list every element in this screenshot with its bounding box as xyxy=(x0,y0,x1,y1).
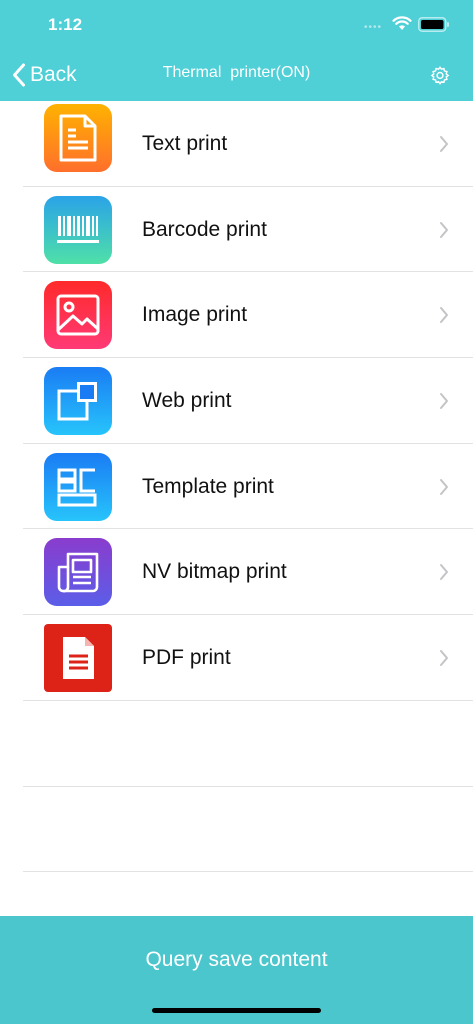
image-icon xyxy=(44,281,112,350)
template-icon xyxy=(44,452,112,521)
query-save-content-label: Query save content xyxy=(145,948,328,971)
page-title: Thermal printer(ON) xyxy=(162,64,311,81)
list-item-template-print[interactable]: Template print xyxy=(0,444,473,530)
chevron-right-icon xyxy=(440,135,448,152)
empty-row xyxy=(0,701,473,787)
empty-row xyxy=(0,787,473,873)
chevron-right-icon xyxy=(440,307,448,324)
gear-icon[interactable] xyxy=(429,65,451,87)
list-item-label: NV bitmap print xyxy=(142,560,287,584)
barcode-icon xyxy=(44,195,112,264)
list-item-label: PDF print xyxy=(142,645,231,669)
list-item-label: Image print xyxy=(142,303,248,327)
list-item-label: Barcode print xyxy=(142,217,267,241)
pdf-icon xyxy=(44,623,112,692)
list-item-label: Text print xyxy=(142,131,228,155)
chevron-right-icon xyxy=(440,392,448,409)
chevron-right-icon xyxy=(440,221,448,238)
list-item-web-print[interactable]: Web print xyxy=(0,358,473,444)
newspaper-icon xyxy=(44,538,112,607)
print-options-list: Text print Barcode print Image print Web… xyxy=(0,101,473,872)
query-save-content-button[interactable]: Query save content xyxy=(0,916,473,1024)
battery-icon xyxy=(418,17,449,32)
chevron-right-icon xyxy=(440,564,448,581)
document-icon xyxy=(44,104,112,172)
chevron-right-icon xyxy=(440,649,448,666)
list-item-text-print[interactable]: Text print xyxy=(0,101,473,187)
list-item-image-print[interactable]: Image print xyxy=(0,272,473,358)
list-item-barcode-print[interactable]: Barcode print xyxy=(0,187,473,273)
window-icon xyxy=(44,366,112,435)
wifi-icon xyxy=(392,16,412,30)
nav-bar: 1:12 •••• Back Thermal printer(ON) xyxy=(0,0,473,101)
list-item-pdf-print[interactable]: PDF print xyxy=(0,615,473,701)
status-time: 1:12 xyxy=(48,15,83,34)
chevron-right-icon xyxy=(440,478,448,495)
list-item-nv-bitmap-print[interactable]: NV bitmap print xyxy=(0,529,473,615)
list-item-label: Web print xyxy=(142,388,232,412)
list-item-label: Template print xyxy=(142,474,274,498)
home-indicator xyxy=(152,1008,321,1013)
cellular-signal-icon: •••• xyxy=(364,22,383,33)
